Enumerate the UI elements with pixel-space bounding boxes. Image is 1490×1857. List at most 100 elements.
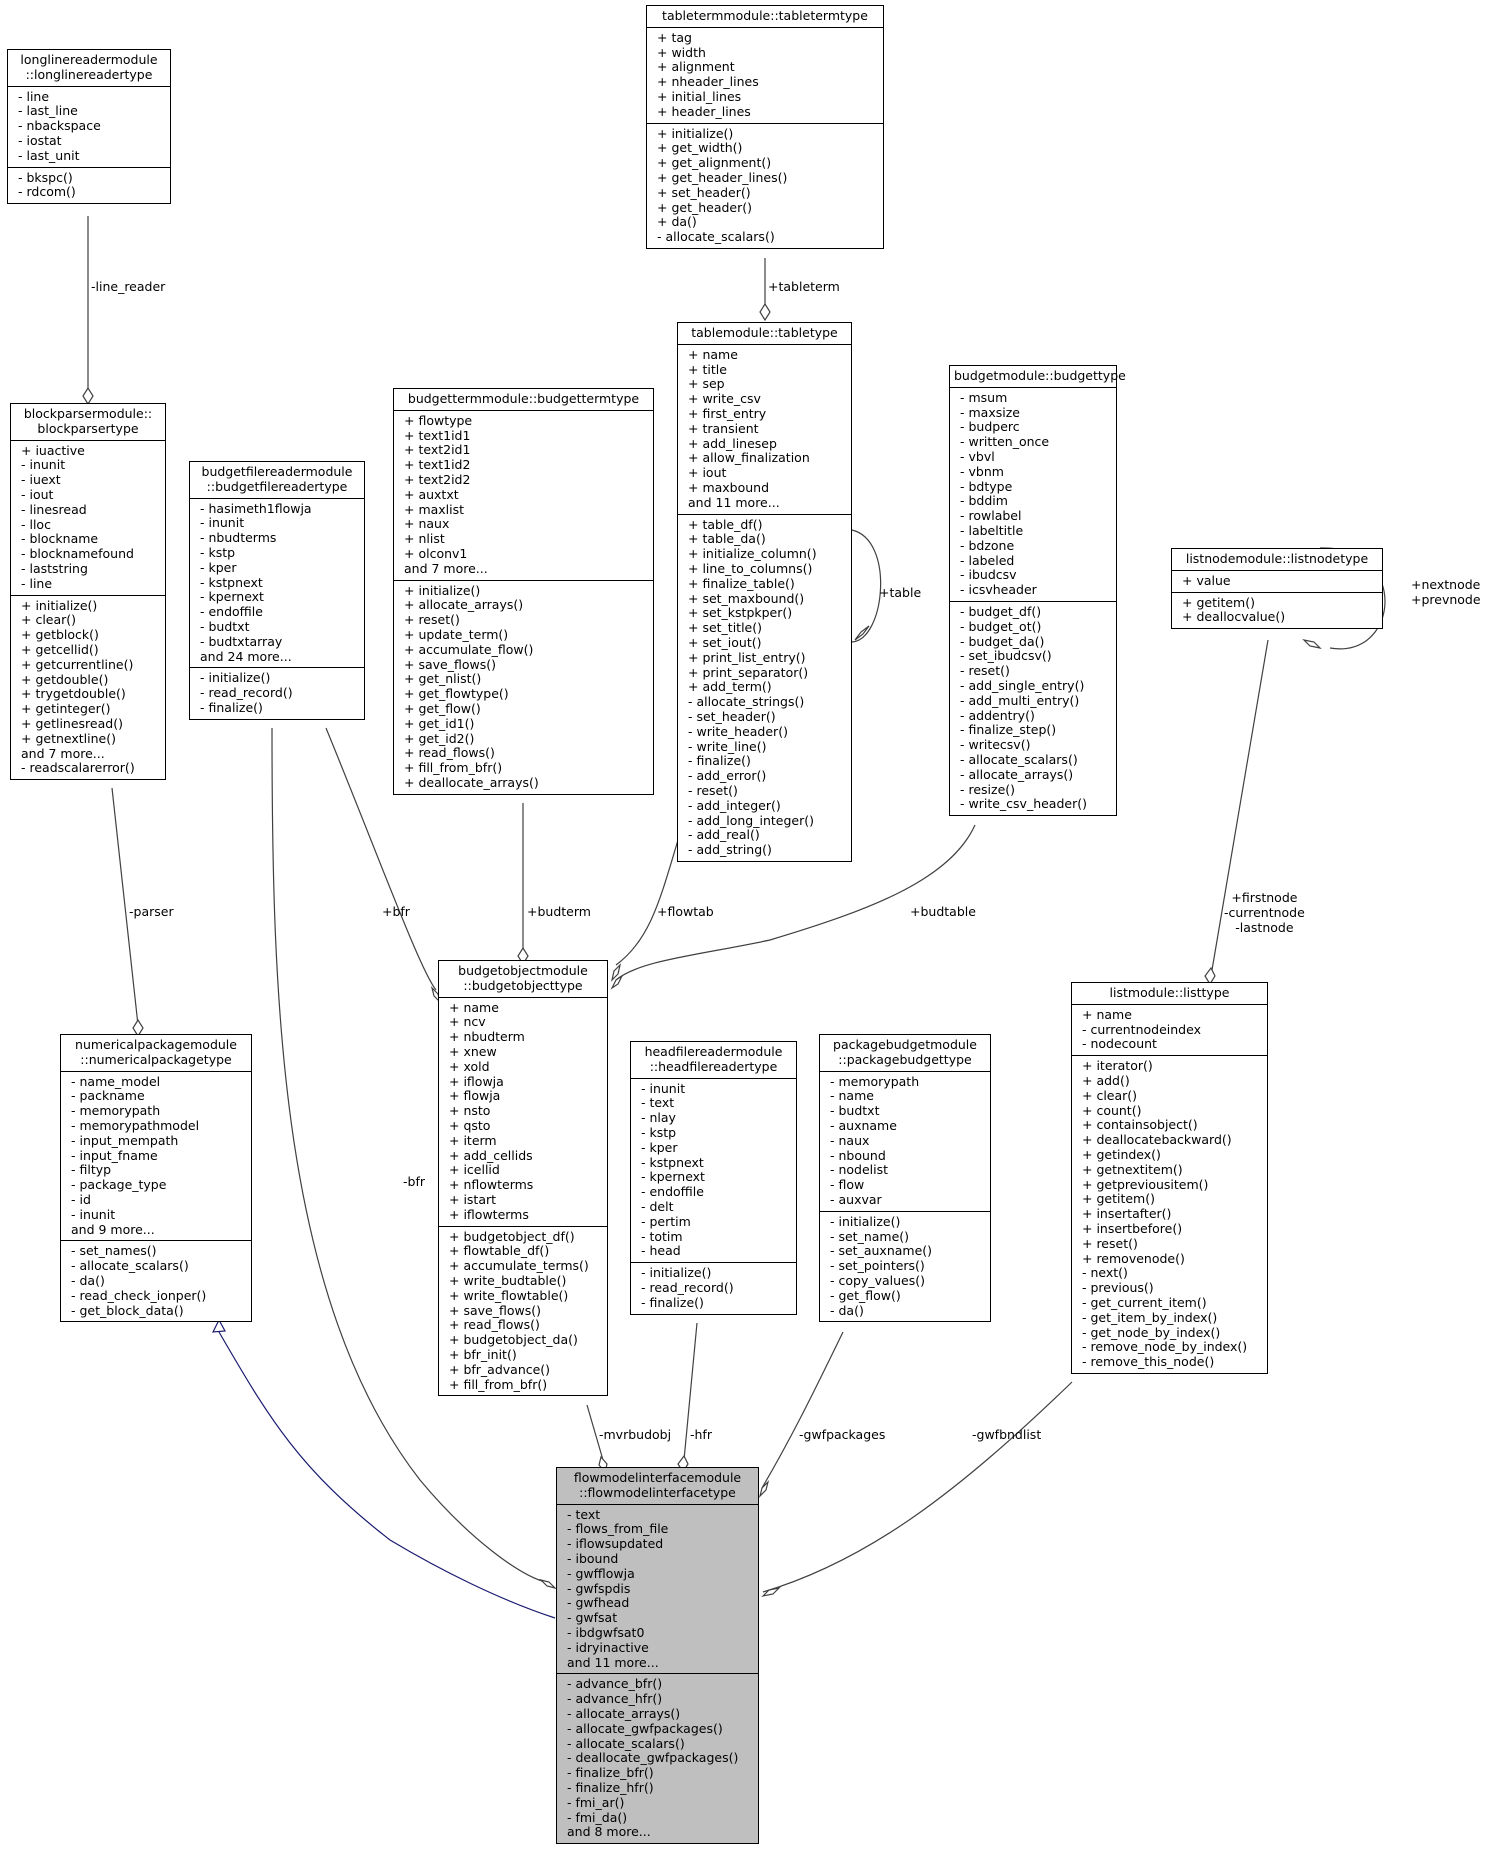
member: + ncv (449, 1014, 486, 1030)
member: - inunit (641, 1080, 686, 1096)
edge-label-listnode-self: +nextnode +prevnode (1411, 577, 1481, 607)
member: - add_single_entry() (960, 677, 1085, 693)
member: - initialize() (200, 670, 271, 686)
member: - linesread (21, 501, 87, 517)
class-headfilereadertype[interactable]: headfilereadermodule ::headfilereadertyp… (630, 1041, 797, 1315)
attributes: + iuactive - inunit - iuext - iout - linesre… (11, 441, 165, 595)
member: - allocate_scalars() (657, 229, 775, 245)
attributes: + name - currentnodeindex - nodecount (1072, 1005, 1267, 1055)
methods: - initialize() - read_record() - finalize(… (190, 667, 364, 718)
member: + get_width() (657, 140, 743, 156)
member: - gwfspdis (567, 1580, 631, 1596)
class-longlinereadertype[interactable]: longlinereadermodule ::longlinereadertyp… (7, 49, 171, 205)
member: - bkspc() (18, 169, 73, 185)
member: + initialize() (657, 125, 734, 141)
member: + istart (449, 1191, 497, 1207)
class-listnodetype[interactable]: listnodemodule::listnodetype + value + g… (1171, 548, 1383, 630)
member: - readscalarerror() (21, 760, 135, 776)
member: + allow_finalization (688, 450, 810, 466)
member: + print_separator() (688, 664, 809, 680)
class-title: flowmodelinterfacemodule ::flowmodelinte… (557, 1468, 758, 1505)
member: - ibdgwfsat0 (567, 1624, 645, 1640)
member: + iterator() (1082, 1058, 1153, 1074)
member: - read_record() (641, 1279, 734, 1295)
class-flowmodelinterfacetype[interactable]: flowmodelinterfacemodule ::flowmodelinte… (556, 1467, 759, 1845)
member: - icsvheader (960, 582, 1037, 598)
class-budgettype[interactable]: budgetmodule::budgettype - msum - maxsize… (949, 365, 1126, 817)
member: and 8 more... (567, 1824, 651, 1840)
member: - nodecount (1082, 1036, 1157, 1052)
member: + set_maxbound() (688, 590, 805, 606)
member: - add_error() (688, 768, 767, 784)
member: + write_csv (688, 391, 761, 407)
member: - finalize() (688, 753, 751, 769)
member: - auxname (830, 1117, 897, 1133)
class-budgettermtype[interactable]: budgettermmodule::budgettermtype + flowt… (393, 388, 654, 795)
member: - copy_values() (830, 1272, 925, 1288)
member: - budperc (960, 419, 1020, 435)
member: - finalize_bfr() (567, 1765, 654, 1781)
member: - get_item_by_index() (1082, 1309, 1218, 1325)
member: - nbackspace (18, 118, 101, 134)
class-title: budgetobjectmodule ::budgetobjecttype (439, 961, 607, 998)
class-blockparsertype[interactable]: blockparsermodule:: blockparsertype + iu… (10, 403, 166, 781)
attributes: - inunit - text - nlay - kstp - kper - kstpne… (631, 1079, 796, 1263)
edge-label-gwfpackages: -gwfpackages (799, 1427, 886, 1442)
class-tabletype[interactable]: tablemodule::tabletype + name + title + se… (677, 322, 852, 862)
member: + get_header_lines() (657, 169, 788, 185)
member: + flowja (449, 1088, 501, 1104)
member: - da() (71, 1272, 105, 1288)
edge-label-flowtab: +flowtab (657, 904, 714, 919)
member: - ibound (567, 1550, 619, 1566)
member: - last_unit (18, 147, 80, 163)
class-tabletermtype[interactable]: tabletermmodule::tabletermtype + tag + wi… (646, 5, 884, 249)
member: - set_auxname() (830, 1243, 933, 1259)
member: + iflowja (449, 1073, 504, 1089)
attributes: + tag + width + alignment + nheader_lines + … (647, 28, 883, 123)
member: - get_current_item() (1082, 1294, 1207, 1310)
member: + qsto (449, 1117, 491, 1133)
member: - add_real() (688, 827, 760, 843)
member: + getblock() (21, 627, 99, 643)
member: - nbound (830, 1147, 886, 1163)
member: - rowlabel (960, 508, 1022, 524)
member: - reset() (960, 663, 1010, 679)
class-title: packagebudgetmodule ::packagebudgettype (820, 1035, 990, 1072)
class-listtype[interactable]: listmodule::listtype + name - currentnode… (1071, 982, 1268, 1374)
member: - nbudterms (200, 530, 277, 546)
member: - auxvar (830, 1191, 882, 1207)
member: - inunit (21, 457, 66, 473)
methods: - initialize() - set_name() - set_auxname(… (820, 1210, 990, 1322)
edge-label-bfr-fmi: -bfr (403, 1174, 425, 1189)
member: - set_ibudcsv() (960, 648, 1052, 664)
member: - bdtype (960, 478, 1013, 494)
member: + save_flows() (449, 1302, 541, 1318)
member: + getlinesread() (21, 715, 123, 731)
member: - kpernext (641, 1169, 705, 1185)
member: + write_flowtable() (449, 1287, 569, 1303)
methods: + getitem() + deallocvalue() (1172, 591, 1382, 629)
member: - pertim (641, 1213, 691, 1229)
attributes: + name + title + sep + write_csv + first_ent… (678, 345, 851, 514)
member: + getpreviousitem() (1082, 1176, 1209, 1192)
member: - name (830, 1088, 874, 1104)
member: + getindex() (1082, 1146, 1161, 1162)
member: - vbnm (960, 463, 1004, 479)
edge-label-mvrbudobj: -mvrbudobj (599, 1427, 672, 1442)
member: - text (567, 1506, 601, 1522)
member: + insertbefore() (1082, 1220, 1183, 1236)
class-numericalpackagetype[interactable]: numericalpackagemodule ::numericalpackag… (60, 1034, 252, 1323)
member: + getdouble() (21, 671, 109, 687)
class-packagebudgettype[interactable]: packagebudgetmodule ::packagebudgettype … (819, 1034, 991, 1323)
member: - initialize() (830, 1213, 901, 1229)
member: and 24 more... (200, 648, 292, 664)
member: - remove_node_by_index() (1082, 1339, 1248, 1355)
class-budgetfilereadertype[interactable]: budgetfilereadermodule ::budgetfilereade… (189, 461, 365, 720)
member: - deallocate_gwfpackages() (567, 1750, 739, 1766)
member: and 7 more... (404, 560, 488, 576)
edge-table-self (851, 529, 882, 643)
member: - kstp (200, 544, 236, 560)
diamond-icon (82, 386, 94, 406)
class-budgetobjecttype[interactable]: budgetobjectmodule ::budgetobjecttype + … (438, 960, 608, 1397)
member: + text1id2 (404, 457, 471, 473)
